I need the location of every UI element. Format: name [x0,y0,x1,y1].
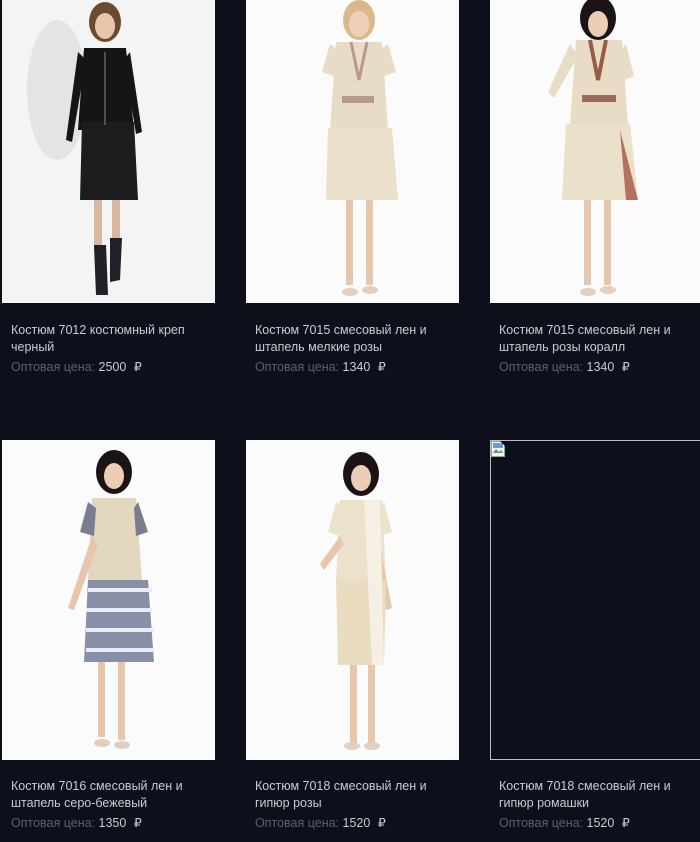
product-title[interactable]: Костюм 7015 смесовый лен и штапель розы … [499,322,699,355]
product-price: Оптовая цена: 1340 ₽ [255,359,386,375]
price-label: Оптовая цена: [11,816,96,830]
ruble-icon: ₽ [621,360,630,374]
product-photo-broken[interactable] [490,440,700,760]
price-value: 1520 [586,816,615,830]
ruble-icon: ₽ [377,816,386,830]
product-card[interactable]: Костюм 7016 смесовый лен и штапель серо-… [2,440,216,830]
product-photo[interactable] [2,440,215,760]
product-price: Оптовая цена: 1350 ₽ [11,815,142,831]
product-price: Оптовая цена: 1520 ₽ [499,815,630,831]
product-title[interactable]: Костюм 7012 костюмный креп черный [11,322,211,355]
ruble-icon: ₽ [133,816,142,830]
price-value: 1340 [342,360,371,374]
price-label: Оптовая цена: [499,816,584,830]
product-photo[interactable] [246,0,459,303]
product-price: Оптовая цена: 1520 ₽ [255,815,386,831]
product-photo[interactable] [2,0,215,303]
product-card[interactable]: Костюм 7018 смесовый лен и гипюр розы Оп… [246,440,460,830]
product-price: Оптовая цена: 2500 ₽ [11,359,142,375]
price-label: Оптовая цена: [255,816,340,830]
product-card[interactable]: Костюм 7015 смесовый лен и штапель розы … [490,0,700,374]
price-label: Оптовая цена: [11,360,96,374]
ruble-icon: ₽ [621,816,630,830]
price-value: 1520 [342,816,371,830]
price-value: 2500 [98,360,127,374]
ruble-icon: ₽ [133,360,142,374]
product-title[interactable]: Костюм 7018 смесовый лен и гипюр ромашки [499,778,699,811]
price-label: Оптовая цена: [255,360,340,374]
product-price: Оптовая цена: 1340 ₽ [499,359,630,375]
price-label: Оптовая цена: [499,360,584,374]
product-title[interactable]: Костюм 7016 смесовый лен и штапель серо-… [11,778,211,811]
price-value: 1350 [98,816,127,830]
price-value: 1340 [586,360,615,374]
product-photo[interactable] [490,0,700,303]
product-photo[interactable] [246,440,459,760]
product-card[interactable]: Костюм 7015 смесовый лен и штапель мелки… [246,0,460,374]
broken-image-icon [491,441,505,457]
product-card[interactable]: Костюм 7018 смесовый лен и гипюр ромашки… [490,440,700,830]
ruble-icon: ₽ [377,360,386,374]
product-title[interactable]: Костюм 7015 смесовый лен и штапель мелки… [255,322,455,355]
product-card[interactable]: Костюм 7012 костюмный креп черный Оптова… [2,0,216,374]
product-title[interactable]: Костюм 7018 смесовый лен и гипюр розы [255,778,455,811]
